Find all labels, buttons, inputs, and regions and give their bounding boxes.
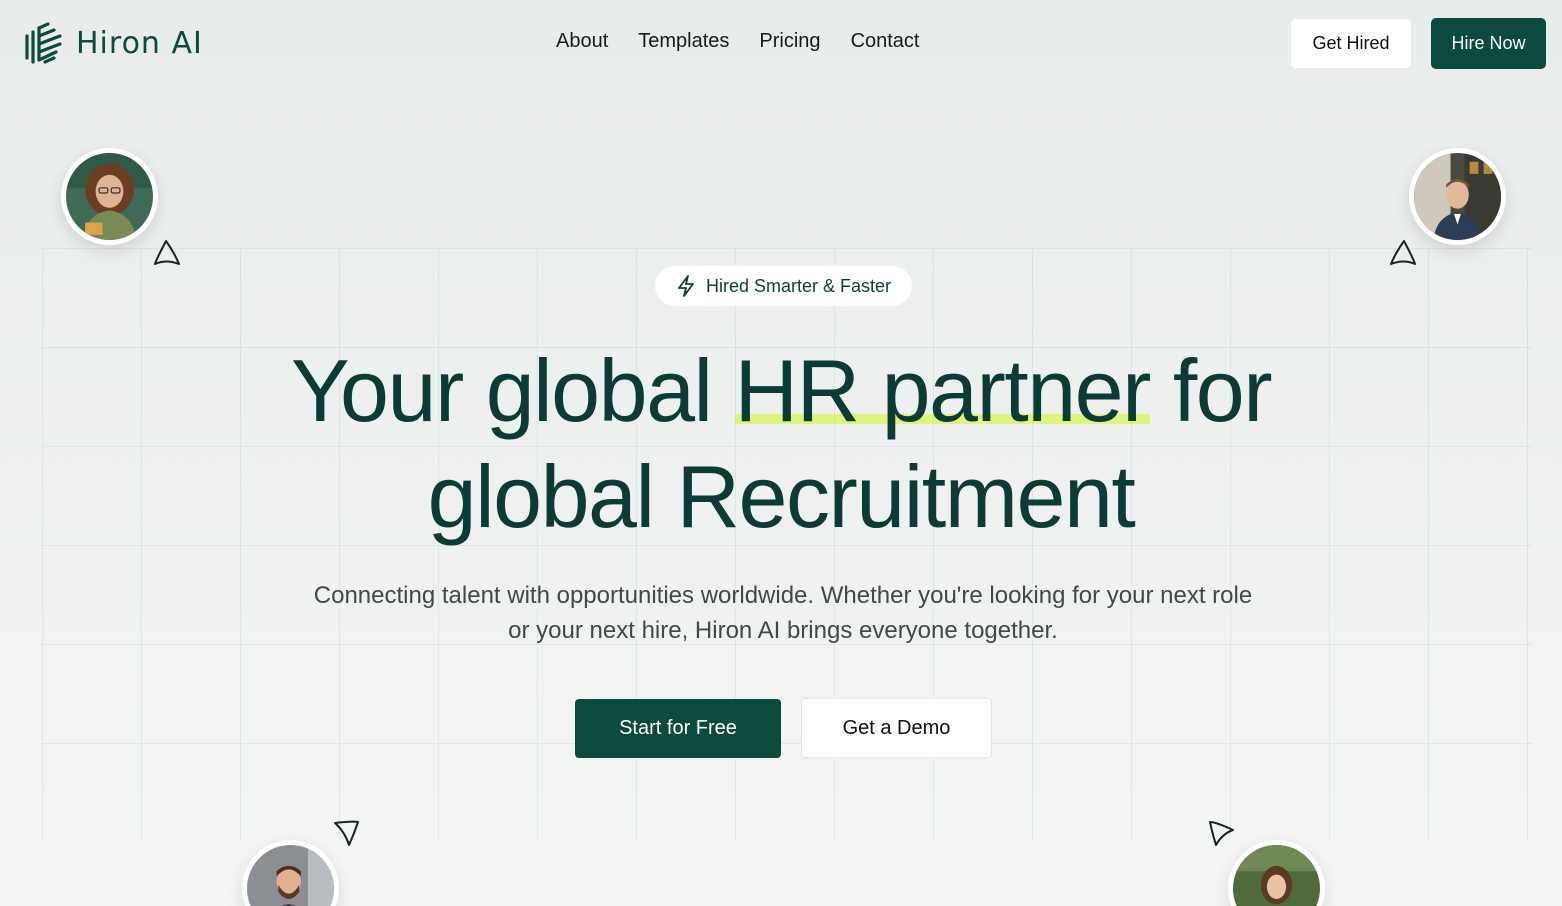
hero-badge: Hired Smarter & Faster bbox=[655, 266, 912, 306]
logo[interactable]: Hiron AI bbox=[24, 22, 203, 64]
headline-line-1: Your global HR partner for bbox=[0, 338, 1562, 444]
woman-glasses-image bbox=[66, 153, 153, 240]
hiron-logo-mark-icon bbox=[25, 22, 62, 64]
nav-templates[interactable]: Templates bbox=[638, 30, 729, 53]
cursor-arrow-icon bbox=[1209, 821, 1234, 846]
main-menu: About Templates Pricing Contact bbox=[556, 30, 920, 53]
nav-pricing[interactable]: Pricing bbox=[759, 30, 820, 53]
nav-contact[interactable]: Contact bbox=[851, 30, 920, 53]
headline-text: Your global bbox=[290, 341, 735, 440]
cursor-arrow-icon bbox=[154, 240, 180, 265]
headline-text: for bbox=[1149, 341, 1273, 440]
nav-about[interactable]: About bbox=[556, 30, 608, 53]
avatar-woman-glasses bbox=[61, 148, 158, 245]
man-suit-image bbox=[1414, 153, 1501, 240]
headline-highlight: HR partner bbox=[734, 338, 1151, 444]
headline-line-2: global Recruitment bbox=[427, 447, 1136, 546]
girl-backpack-image bbox=[1233, 845, 1320, 906]
avatar-girl-backpack bbox=[1228, 840, 1325, 906]
start-for-free-button[interactable]: Start for Free bbox=[575, 699, 781, 758]
hire-now-button[interactable]: Hire Now bbox=[1431, 18, 1546, 69]
get-hired-button[interactable]: Get Hired bbox=[1291, 19, 1411, 68]
avatar-man-suit-building bbox=[1409, 148, 1506, 245]
man-beard-image bbox=[247, 845, 334, 906]
lightning-icon bbox=[678, 275, 694, 297]
hero-subtitle: Connecting talent with opportunities wor… bbox=[313, 582, 1253, 644]
cursor-arrow-icon bbox=[334, 820, 359, 846]
cursor-arrow-icon bbox=[1390, 240, 1416, 265]
brand-name: Hiron AI bbox=[76, 25, 203, 61]
top-nav: Hiron AI About Templates Pricing Contact… bbox=[0, 0, 1562, 88]
avatar-man-beard-suit bbox=[242, 840, 339, 906]
hero-headline: Your global HR partner for global Recrui… bbox=[0, 338, 1562, 550]
get-a-demo-button[interactable]: Get a Demo bbox=[801, 698, 992, 758]
badge-label: Hired Smarter & Faster bbox=[705, 275, 892, 296]
